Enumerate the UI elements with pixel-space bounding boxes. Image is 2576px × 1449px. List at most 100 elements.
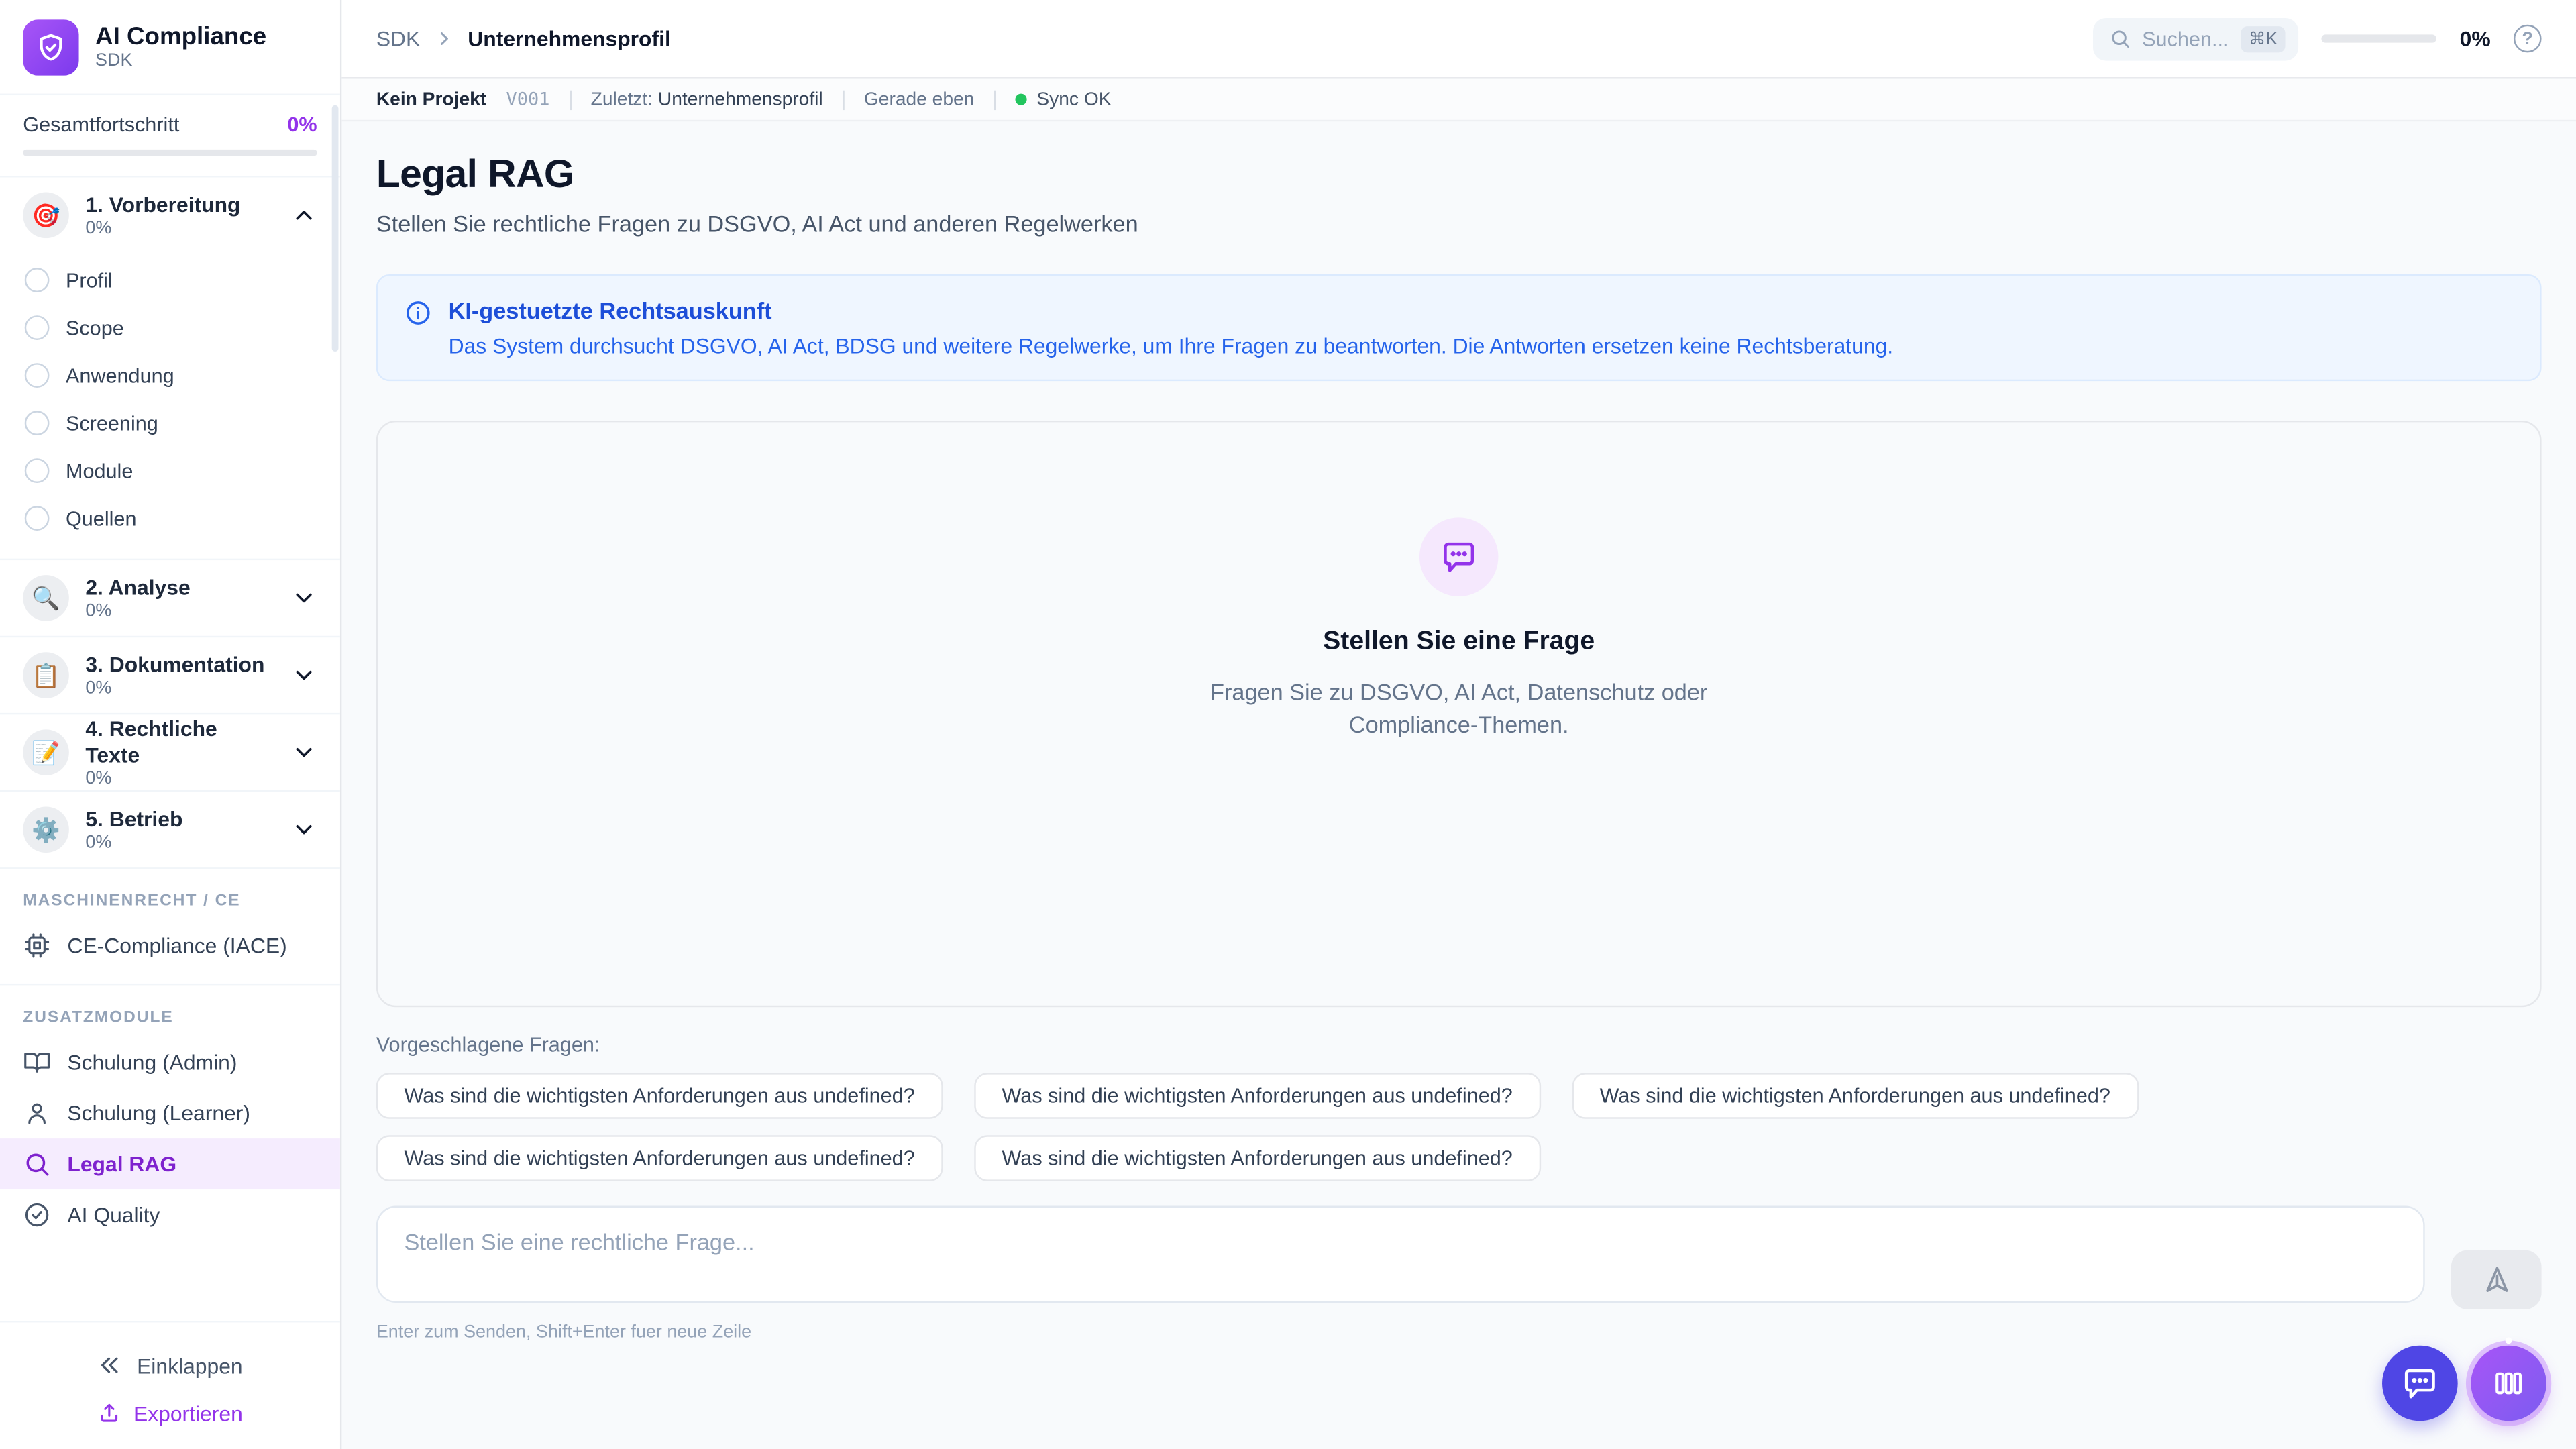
group-header-maschinenrecht: MASCHINENRECHT / CE [0, 885, 340, 920]
search-shortcut-kbd: ⌘K [2241, 25, 2286, 52]
input-helper-text: Enter zum Senden, Shift+Enter fuer neue … [376, 1322, 2542, 1342]
chevron-down-icon [290, 739, 317, 765]
question-input[interactable] [376, 1206, 2425, 1303]
page-subtitle: Stellen Sie rechtliche Fragen zu DSGVO, … [376, 210, 2542, 236]
clipboard-emoji-icon: 📋 [23, 652, 69, 698]
info-banner: KI-gestuetzte Rechtsauskunft Das System … [376, 274, 2542, 381]
section-dokumentation: 📋 3. Dokumentation 0% [0, 637, 340, 714]
app-title: AI Compliance [95, 23, 266, 51]
topbar: SDK Unternehmensprofil Suchen... ⌘K [341, 0, 2576, 79]
check-circle-icon [23, 1201, 51, 1229]
section-header-vorbereitung[interactable]: 🎯 1. Vorbereitung 0% [0, 177, 340, 253]
sidebar-item-schulung-learner[interactable]: Schulung (Learner) [0, 1087, 340, 1138]
overall-progress-bar [23, 150, 317, 156]
section-header-dokumentation[interactable]: 📋 3. Dokumentation 0% [0, 637, 340, 713]
app-logo-block: AI Compliance SDK [0, 0, 340, 95]
suggested-question-chip[interactable]: Was sind die wichtigsten Anforderungen a… [1572, 1073, 2139, 1119]
user-icon [23, 1099, 51, 1127]
chevron-up-icon [290, 202, 317, 228]
sidebar-item-module[interactable]: Module [0, 447, 340, 494]
overall-progress-label: Gesamtfortschritt [23, 113, 179, 136]
section-betrieb: ⚙️ 5. Betrieb 0% [0, 792, 340, 869]
last-saved-time: Gerade eben [864, 89, 974, 109]
magnifier-emoji-icon: 🔍 [23, 575, 69, 621]
radio-circle-icon [25, 363, 50, 388]
breadcrumb-current: Unternehmensprofil [468, 26, 670, 51]
radio-circle-icon [25, 458, 50, 483]
sidebar-item-quellen[interactable]: Quellen [0, 494, 340, 542]
book-open-icon [23, 1048, 51, 1076]
columns-icon [2492, 1367, 2525, 1400]
main-area: SDK Unternehmensprofil Suchen... ⌘K [341, 0, 2576, 1449]
sidebar-item-ce-compliance[interactable]: CE-Compliance (IACE) [0, 920, 340, 971]
sidebar-item-screening[interactable]: Screening [0, 399, 340, 447]
sidebar-footer: Einklappen Exportieren [0, 1321, 340, 1449]
suggestions-label: Vorgeschlagene Fragen: [376, 1033, 2542, 1056]
search-placeholder: Suchen... [2142, 27, 2229, 50]
chevron-right-icon [433, 28, 455, 50]
sidebar-scrollbar[interactable] [332, 105, 339, 352]
radio-circle-icon [25, 506, 50, 531]
cpu-icon [23, 932, 51, 960]
sidebar-item-scope[interactable]: Scope [0, 304, 340, 352]
section-header-rechtliche-texte[interactable]: 📝 4. Rechtliche Texte 0% [0, 714, 340, 790]
version-badge: V001 [506, 89, 550, 110]
sync-status: Sync OK [1016, 89, 1112, 109]
chat-bubble-icon [2402, 1365, 2438, 1401]
section-header-betrieb[interactable]: ⚙️ 5. Betrieb 0% [0, 792, 340, 867]
chat-empty-state: Stellen Sie eine Frage Fragen Sie zu DSG… [376, 421, 2542, 1007]
vorbereitung-subitems: Profil Scope Anwendung Screening Module … [0, 253, 340, 559]
chevron-down-icon [290, 816, 317, 843]
empty-state-title: Stellen Sie eine Frage [1323, 628, 1595, 657]
chevron-down-icon [290, 662, 317, 688]
shield-check-icon [23, 19, 78, 74]
group-zusatzmodule: ZUSATZMODULE Schulung (Admin) [0, 984, 340, 1254]
floating-buttons [2382, 1346, 2546, 1421]
chat-fab-button[interactable] [2382, 1346, 2458, 1421]
sidebar-item-profil[interactable]: Profil [0, 256, 340, 304]
divider [843, 89, 844, 109]
help-icon[interactable]: ? [2514, 25, 2542, 53]
send-arrow-icon [2480, 1263, 2513, 1296]
divider [994, 89, 996, 109]
suggested-question-chip[interactable]: Was sind die wichtigsten Anforderungen a… [376, 1135, 943, 1181]
suggested-question-chip[interactable]: Was sind die wichtigsten Anforderungen a… [376, 1073, 943, 1119]
memo-emoji-icon: 📝 [23, 729, 69, 775]
sidebar-item-legal-rag[interactable]: Legal RAG [0, 1138, 340, 1189]
radio-circle-icon [25, 411, 50, 435]
breadcrumb-sdk[interactable]: SDK [376, 26, 420, 51]
app-root: AI Compliance SDK Gesamtfortschritt 0% 🎯… [0, 0, 2576, 1449]
search-input[interactable]: Suchen... ⌘K [2093, 17, 2299, 60]
section-rechtliche-texte: 📝 4. Rechtliche Texte 0% [0, 714, 340, 792]
empty-state-text: Fragen Sie zu DSGVO, AI Act, Datenschutz… [1204, 676, 1713, 742]
radio-circle-icon [25, 315, 50, 340]
section-analyse: 🔍 2. Analyse 0% [0, 560, 340, 637]
chevrons-left-icon [97, 1352, 123, 1379]
sync-ok-dot-icon [1016, 94, 1027, 105]
sidebar-item-anwendung[interactable]: Anwendung [0, 352, 340, 399]
search-icon [23, 1150, 51, 1178]
suggested-question-chip[interactable]: Was sind die wichtigsten Anforderungen a… [974, 1135, 1541, 1181]
columns-fab-button[interactable] [2471, 1346, 2546, 1421]
overall-progress-value: 0% [287, 113, 317, 136]
section-header-analyse[interactable]: 🔍 2. Analyse 0% [0, 560, 340, 636]
sidebar-item-schulung-admin[interactable]: Schulung (Admin) [0, 1036, 340, 1087]
section-vorbereitung: 🎯 1. Vorbereitung 0% Profil Scope Anwend… [0, 177, 340, 560]
send-button[interactable] [2451, 1250, 2542, 1309]
upload-icon [97, 1401, 122, 1426]
suggested-question-chip[interactable]: Was sind die wichtigsten Anforderungen a… [974, 1073, 1541, 1119]
export-button[interactable]: Exportieren [0, 1388, 340, 1426]
group-header-zusatzmodule: ZUSATZMODULE [0, 1002, 340, 1036]
gear-emoji-icon: ⚙️ [23, 806, 69, 853]
question-input-row [376, 1206, 2542, 1303]
info-banner-title: KI-gestuetzte Rechtsauskunft [449, 297, 1894, 323]
header-progress-value: 0% [2460, 26, 2491, 51]
sidebar-nav: 🎯 1. Vorbereitung 0% Profil Scope Anwend… [0, 177, 340, 1320]
info-banner-text: Das System durchsucht DSGVO, AI Act, BDS… [449, 333, 1894, 358]
suggested-questions: Was sind die wichtigsten Anforderungen a… [376, 1073, 2447, 1181]
legal-rag-page: Legal RAG Stellen Sie rechtliche Fragen … [341, 121, 2576, 1449]
group-maschinenrecht: MASCHINENRECHT / CE CE-Compliance (IACE) [0, 869, 340, 984]
collapse-sidebar-button[interactable]: Einklappen [0, 1342, 340, 1389]
search-icon [2109, 28, 2131, 50]
sidebar-item-ai-quality[interactable]: AI Quality [0, 1189, 340, 1240]
